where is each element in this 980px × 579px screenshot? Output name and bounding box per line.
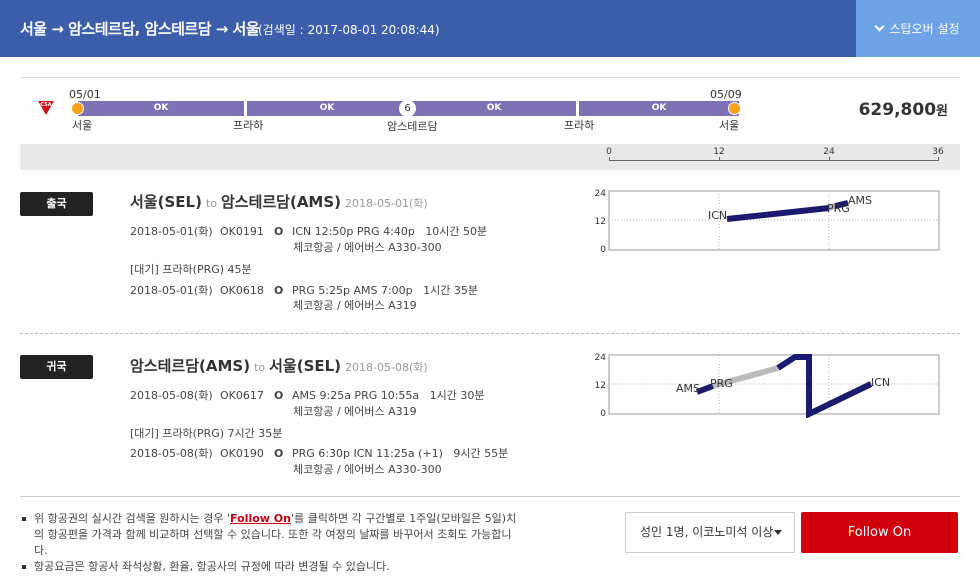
route-title: 서울 → 암스테르담, 암스테르담 → 서울	[20, 20, 260, 38]
point-label-4: 프라하	[564, 119, 595, 132]
notice-item: 위 항공권의 실시간 검색을 원하시는 경우 'Follow On'를 클릭하면…	[20, 511, 520, 559]
inbound-title: 암스테르담(AMS) to 서울(SEL) 2018-05-08(화)	[130, 357, 428, 375]
airport-label: ICN	[871, 376, 890, 389]
stopover-settings-button[interactable]: 스탑오버 설정	[856, 0, 980, 57]
svg-text:CSA: CSA	[40, 102, 51, 108]
scale-tick	[938, 157, 939, 161]
section-divider	[20, 333, 960, 334]
flight-row: 2018-05-08(화) OK0190 O PRG 6:30p ICN 11:25a…	[130, 447, 509, 460]
outbound-title: 서울(SEL) to 암스테르담(AMS) 2018-05-01(화)	[130, 193, 428, 211]
scale-label: 0	[606, 147, 612, 157]
y-tick-label: 0	[600, 409, 606, 418]
start-date: 05/01	[69, 88, 101, 101]
stay-days-marker: 6	[399, 100, 416, 117]
flight-row: 2018-05-01(화) OK0191 O ICN 12:50p PRG 4:40p…	[130, 225, 488, 238]
passenger-class-value: 성인 1명, 이코노미석 이상	[640, 525, 774, 539]
y-tick-label: 24	[595, 189, 607, 199]
airport-label: PRG	[710, 377, 733, 390]
end-date: 05/09	[710, 88, 742, 101]
follow-on-button[interactable]: Follow On	[801, 512, 958, 553]
stopover-button-label: 스탑오버 설정	[889, 22, 960, 36]
point-label-1: 서울	[72, 119, 93, 132]
flight-row: 2018-05-01(화) OK0618 O PRG 5:25p AMS 7:00p …	[130, 284, 479, 297]
flight-detail: 체코항공 / 에어버스 A319	[293, 299, 417, 312]
segment-bar-2: OK	[247, 101, 407, 116]
time-scale: 0 12 24 36	[20, 144, 960, 170]
chevron-down-icon	[875, 21, 885, 32]
inbound-time-chart: 24 12 0 AMS PRG ICN	[595, 353, 940, 418]
itinerary-summary: CSA 05/01 05/09 OK OK OK OK 6 서울 프라하 암스테…	[20, 77, 960, 144]
scale-label: 12	[713, 147, 725, 157]
scale-axis	[609, 160, 939, 161]
point-label-2: 프라하	[233, 119, 264, 132]
outbound-badge: 출국	[20, 192, 93, 216]
y-tick-label: 12	[595, 381, 606, 391]
airline-logo-icon: CSA	[38, 101, 54, 115]
header-bar: 서울 → 암스테르담, 암스테르담 → 서울 (검색일 : 2017-08-01…	[0, 0, 980, 57]
flight-detail: 체코항공 / 에어버스 A330-300	[293, 241, 442, 254]
y-tick-label: 24	[595, 353, 607, 363]
scale-tick	[609, 157, 610, 161]
layover-wait: [대기] 프라하(PRG) 45분	[130, 263, 252, 276]
airport-label: AMS	[848, 194, 872, 207]
scale-label: 36	[932, 147, 944, 157]
flight-row: 2018-05-08(화) OK0617 O AMS 9:25a PRG 10:55a…	[130, 389, 485, 402]
scale-tick	[719, 157, 720, 161]
search-date: (검색일 : 2017-08-01 20:08:44)	[258, 23, 440, 37]
caret-down-icon	[774, 530, 782, 535]
segment-bar-1: OK	[78, 101, 244, 116]
end-point-marker	[728, 102, 741, 115]
follow-on-link[interactable]: Follow On	[230, 512, 291, 525]
airport-label: ICN	[708, 209, 727, 222]
airport-label: PRG	[827, 202, 850, 215]
notice-list: 위 항공권의 실시간 검색을 원하시는 경우 'Follow On'를 클릭하면…	[20, 511, 520, 575]
inbound-badge: 귀국	[20, 355, 93, 379]
y-tick-label: 12	[595, 217, 606, 227]
point-label-5: 서울	[719, 119, 740, 132]
flight-detail: 체코항공 / 에어버스 A319	[293, 405, 417, 418]
layover-wait: [대기] 프라하(PRG) 7시간 35분	[130, 427, 283, 440]
y-tick-label: 0	[600, 245, 606, 254]
segment-bar-4: OK	[579, 101, 739, 116]
flight-detail: 체코항공 / 에어버스 A330-300	[293, 463, 442, 476]
segment-bar-3: OK	[412, 101, 576, 116]
scale-label: 24	[823, 147, 835, 157]
scale-tick	[829, 157, 830, 161]
outbound-time-chart: 24 12 0 ICN PRG AMS	[595, 189, 940, 254]
notice-item: 항공요금은 항공사 좌석상황, 환율, 항공사의 규정에 따라 변경될 수 있습…	[20, 559, 520, 575]
total-price: 629,800원	[858, 100, 948, 120]
point-label-3: 암스테르담	[387, 120, 438, 133]
airport-label: AMS	[676, 382, 700, 395]
start-point-marker	[71, 102, 84, 115]
footer-divider	[20, 496, 960, 497]
passenger-class-select[interactable]: 성인 1명, 이코노미석 이상	[625, 512, 795, 553]
